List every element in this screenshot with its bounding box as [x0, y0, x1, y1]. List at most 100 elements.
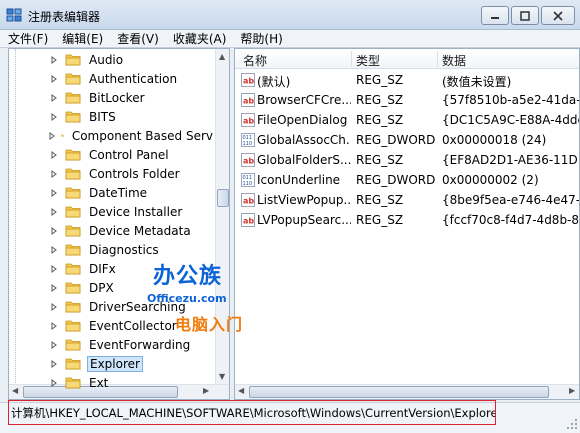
folder-icon [65, 187, 81, 199]
expand-arrow-icon[interactable] [49, 150, 59, 160]
folder-icon [65, 263, 81, 275]
value-row[interactable]: ab BrowserCFCre... REG_SZ {57f8510b-a5e2-41… [235, 90, 579, 110]
expand-arrow-icon[interactable] [49, 112, 59, 122]
value-row[interactable]: 011 110 IconUnderline REG_DWORD 0x00000002 (… [235, 170, 579, 190]
value-row[interactable]: ab GlobalFolderS... REG_SZ {EF8AD2D1-AE36-1… [235, 150, 580, 170]
expand-arrow-icon[interactable] [49, 321, 59, 331]
value-row[interactable]: ab ListViewPopup... REG_SZ {8be9f5ea-e746-4… [235, 190, 579, 210]
list-horizontal-scrollbar[interactable]: ◀ ▶ [235, 384, 579, 399]
folder-icon [65, 282, 81, 294]
dword-value-icon: 011110 [241, 173, 255, 187]
value-data: {EF8AD2D1-AE36-11D1- [442, 153, 580, 167]
tree-item-label: BITS [89, 109, 116, 124]
tree-item[interactable]: Explorer [9, 354, 215, 373]
tree-item[interactable]: BitLocker [9, 88, 215, 107]
menu-edit[interactable]: 编辑(E) [62, 30, 103, 47]
expand-arrow-icon[interactable] [49, 131, 55, 141]
value-name: LVPopupSearc... [257, 213, 351, 227]
scroll-left-icon[interactable]: ◀ [238, 386, 244, 395]
column-header-data[interactable]: 数据 [442, 52, 466, 69]
expand-arrow-icon[interactable] [49, 340, 59, 350]
minimize-button[interactable] [481, 6, 509, 25]
scroll-thumb[interactable] [217, 189, 229, 207]
column-header-name[interactable]: 名称 [243, 52, 267, 69]
tree-item-label: DIFx [89, 261, 116, 276]
folder-icon [65, 92, 81, 104]
value-type: REG_SZ [356, 153, 404, 167]
tree-item[interactable]: Controls Folder [9, 164, 215, 183]
tree-item[interactable]: Audio [9, 50, 215, 69]
watermark-url: Officezu.com [147, 292, 227, 305]
scroll-down-icon[interactable]: ▼ [219, 372, 225, 381]
status-key-path: 计算机\HKEY_LOCAL_MACHINE\SOFTWARE\Microsof… [8, 400, 496, 425]
value-type: REG_DWORD [356, 173, 436, 187]
value-type: REG_SZ [356, 213, 404, 227]
menu-view[interactable]: 查看(V) [117, 30, 159, 47]
tree-item[interactable]: EventForwarding [9, 335, 215, 354]
expand-arrow-icon[interactable] [49, 74, 59, 84]
value-row[interactable]: 011 110 GlobalAssocCh... REG_DWORD 0x0000001… [235, 130, 579, 150]
tree-item[interactable]: Diagnostics [9, 240, 215, 259]
title-bar: 注册表编辑器 [0, 0, 580, 30]
expand-arrow-icon[interactable] [49, 283, 59, 293]
expand-arrow-icon[interactable] [49, 188, 59, 198]
expand-arrow-icon[interactable] [49, 245, 59, 255]
menu-bar: 文件(F) 编辑(E) 查看(V) 收藏夹(A) 帮助(H) [0, 30, 580, 48]
column-divider[interactable] [351, 51, 352, 67]
expand-arrow-icon[interactable] [49, 207, 59, 217]
tree-item[interactable]: Component Based Serv [9, 126, 215, 145]
column-divider[interactable] [437, 51, 438, 67]
expand-arrow-icon[interactable] [49, 169, 59, 179]
registry-values-list[interactable]: 名称 类型 数据 ◀ ▶ ab (默认) REG_SZ (数值未设置) ab Browse… [234, 48, 580, 400]
value-data: {fccf70c8-f4d7-4d8b-8c [442, 213, 580, 227]
list-header: 名称 类型 数据 [235, 49, 579, 69]
value-type: REG_SZ [356, 73, 404, 87]
tree-item[interactable]: Ext [9, 373, 215, 392]
value-name: GlobalFolderS... [257, 153, 351, 167]
resize-grip-icon[interactable] [566, 418, 578, 430]
expand-arrow-icon[interactable] [49, 302, 59, 312]
tree-item[interactable]: Control Panel [9, 145, 215, 164]
svg-text:ab: ab [243, 77, 254, 86]
window-title: 注册表编辑器 [28, 10, 101, 24]
tree-item[interactable]: BITS [9, 107, 215, 126]
expand-arrow-icon[interactable] [49, 378, 59, 388]
tree-item[interactable]: DateTime [9, 183, 215, 202]
value-type: REG_SZ [356, 113, 404, 127]
menu-help[interactable]: 帮助(H) [240, 30, 282, 47]
value-name: ListViewPopup... [257, 193, 351, 207]
value-row[interactable]: ab LVPopupSearc... REG_SZ {fccf70c8-f4d7-4d… [235, 210, 580, 230]
scroll-thumb[interactable] [249, 386, 549, 398]
expand-arrow-icon[interactable] [49, 226, 59, 236]
tree-item-label: EventCollector [89, 318, 177, 333]
scroll-right-icon[interactable]: ▶ [569, 386, 575, 395]
value-name: IconUnderline [257, 173, 341, 187]
folder-icon [65, 225, 81, 237]
folder-icon [65, 301, 81, 313]
tree-item-label: Explorer [87, 355, 143, 372]
value-row[interactable]: ab FileOpenDialog REG_SZ {DC1C5A9C-E88A-4dd… [235, 110, 579, 130]
folder-icon [61, 134, 64, 137]
scroll-up-icon[interactable]: ▲ [219, 52, 225, 61]
svg-text:ab: ab [243, 197, 254, 206]
close-button[interactable] [541, 6, 575, 25]
expand-arrow-icon[interactable] [49, 93, 59, 103]
value-type: REG_SZ [356, 193, 404, 207]
folder-icon [65, 111, 81, 123]
tree-item[interactable]: Device Metadata [9, 221, 215, 240]
expand-arrow-icon[interactable] [49, 359, 59, 369]
folder-icon [65, 206, 81, 218]
expand-arrow-icon[interactable] [49, 55, 59, 65]
tree-item[interactable]: Authentication [9, 69, 215, 88]
string-value-icon: ab [241, 113, 255, 127]
menu-favorites[interactable]: 收藏夹(A) [173, 30, 227, 47]
folder-icon [65, 149, 81, 161]
value-row[interactable]: ab (默认) REG_SZ (数值未设置) [235, 70, 579, 90]
close-icon [553, 10, 563, 21]
expand-arrow-icon[interactable] [49, 264, 59, 274]
tree-item[interactable]: Device Installer [9, 202, 215, 221]
column-header-type[interactable]: 类型 [356, 52, 380, 69]
menu-file[interactable]: 文件(F) [8, 30, 48, 47]
maximize-button[interactable] [511, 6, 539, 25]
registry-key-tree[interactable]: ▲ ▼ ◀ ▶ Audio Authentication BitLocker BITS… [8, 48, 230, 400]
